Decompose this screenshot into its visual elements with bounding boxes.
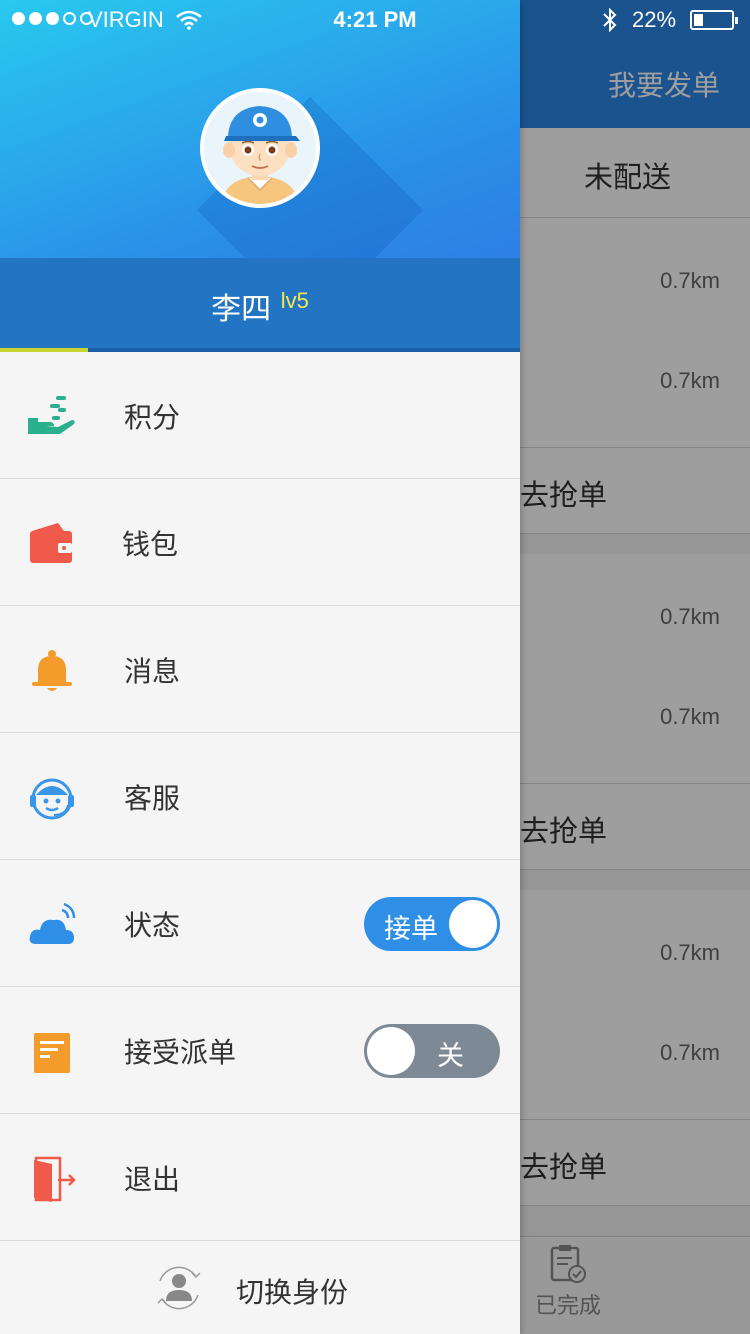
points-hand-icon (28, 396, 75, 434)
switch-role-button[interactable]: 切换身份 (0, 1240, 520, 1334)
menu-label-status: 状态 (124, 909, 181, 942)
user-name: 李四 (211, 292, 272, 327)
battery-percent: 22% (632, 7, 677, 32)
accept-dispatch-toggle[interactable]: 关 (364, 1024, 500, 1078)
battery-level (694, 14, 703, 26)
customer-service-icon (30, 778, 74, 820)
user-level-badge: lv5 (280, 288, 309, 313)
menu-item-status[interactable]: 状态 接单 (0, 860, 520, 987)
toggle-knob (449, 900, 497, 948)
menu-item-logout[interactable]: 退出 (0, 1114, 520, 1241)
user-name-row: 李四 lv5 (0, 284, 520, 328)
cloud-icon (29, 902, 76, 944)
bell-icon (32, 650, 72, 691)
status-toggle[interactable]: 接单 (364, 897, 500, 951)
accept-dispatch-toggle-label: 关 (437, 1041, 464, 1072)
switch-role-label: 切换身份 (236, 1276, 349, 1309)
bluetooth-icon (603, 7, 617, 33)
menu-label-customer-service: 客服 (124, 782, 181, 815)
document-icon (34, 1033, 70, 1073)
drawer-menu: 积分 钱包 消息 客服 状态 接单 接受派单 关 退出 (0, 352, 520, 1241)
menu-item-points[interactable]: 积分 (0, 352, 520, 479)
menu-item-customer-service[interactable]: 客服 (0, 733, 520, 860)
status-toggle-label: 接单 (384, 914, 438, 945)
user-info-bar: 李四 lv5 (0, 258, 520, 348)
status-bar: VIRGIN 4:21 PM 22% (0, 0, 750, 40)
menu-label-messages: 消息 (124, 655, 181, 688)
menu-label-wallet: 钱包 (122, 528, 179, 561)
menu-label-logout: 退出 (124, 1163, 181, 1196)
toggle-knob (367, 1027, 415, 1075)
menu-label-accept-dispatch: 接受派单 (124, 1036, 237, 1069)
avatar[interactable] (200, 88, 320, 208)
switch-user-icon (157, 1266, 201, 1310)
menu-label-points: 积分 (124, 401, 181, 434)
menu-item-messages[interactable]: 消息 (0, 606, 520, 733)
logout-door-icon (34, 1156, 76, 1202)
wallet-icon (30, 523, 72, 563)
battery-icon (690, 10, 738, 30)
menu-item-wallet[interactable]: 钱包 (0, 479, 520, 606)
menu-item-accept-dispatch[interactable]: 接受派单 关 (0, 987, 520, 1114)
courier-avatar-icon (204, 92, 316, 204)
side-drawer: 李四 lv5 积分 钱包 消息 客服 状态 接单 接受派单 关 退出 切换身份 (0, 0, 520, 1334)
